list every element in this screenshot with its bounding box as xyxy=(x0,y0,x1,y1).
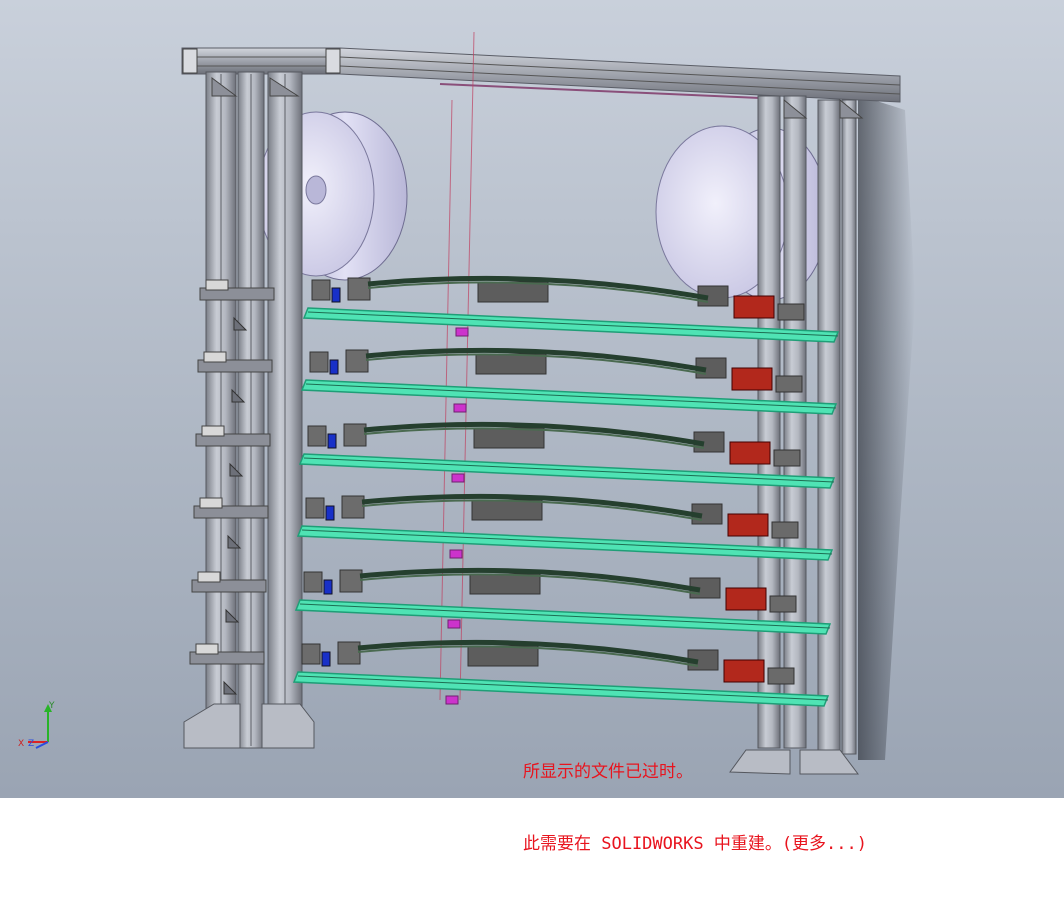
clamp-block xyxy=(195,643,219,655)
z-axis-label: Z xyxy=(28,739,34,749)
blue-stop xyxy=(331,287,341,303)
fixture-block xyxy=(341,495,365,519)
fixture-block xyxy=(311,279,331,301)
fixture-block xyxy=(303,571,323,593)
fixture-block xyxy=(343,423,367,447)
axis-triad: Y X Z xyxy=(18,701,55,749)
y-axis-label: Y xyxy=(48,701,55,711)
magenta-marker xyxy=(445,695,459,705)
fixture-block xyxy=(775,375,803,393)
fixture-block xyxy=(307,425,327,447)
assembly-model[interactable] xyxy=(0,0,1064,798)
fixture-cluster xyxy=(473,427,545,449)
red-block xyxy=(733,295,775,319)
blue-stop xyxy=(321,651,331,667)
magenta-marker xyxy=(447,619,461,629)
center-lines xyxy=(439,31,475,701)
fixture-block xyxy=(771,521,799,539)
fixture-block xyxy=(309,351,329,373)
fixture-block xyxy=(337,641,361,665)
fixture-block xyxy=(769,595,797,613)
fixture-cluster xyxy=(471,499,543,521)
fixture-block xyxy=(347,277,371,301)
blue-stop xyxy=(323,579,333,595)
fixture-cluster xyxy=(469,573,541,595)
magenta-marker xyxy=(449,549,463,559)
fixture-cluster xyxy=(475,353,547,375)
fixture-block xyxy=(773,449,801,467)
red-block xyxy=(723,659,765,683)
warning-line-2[interactable]: 此需要在 SOLIDWORKS 中重建。(更多...) xyxy=(523,832,867,856)
red-block xyxy=(729,441,771,465)
fixture-cluster xyxy=(477,281,549,303)
fixture-block xyxy=(345,349,369,373)
fixture-block xyxy=(339,569,363,593)
red-block xyxy=(725,587,767,611)
fixture-block xyxy=(305,497,325,519)
x-axis-label: X xyxy=(18,739,24,749)
clamp-block xyxy=(201,425,225,437)
fixture-block xyxy=(301,643,321,665)
magenta-marker xyxy=(453,403,467,413)
clamp-block xyxy=(203,351,227,363)
model-shadow xyxy=(858,95,915,760)
graphics-viewport[interactable]: Y X Z 所显示的文件已过时。 此需要在 SOLIDWORKS 中重建。(更多… xyxy=(0,0,1064,854)
red-block xyxy=(731,367,773,391)
magenta-marker xyxy=(451,473,465,483)
red-block xyxy=(727,513,769,537)
fixture-cluster xyxy=(467,645,539,667)
fixture-block xyxy=(777,303,805,321)
blue-stop xyxy=(325,505,335,521)
clamp-block xyxy=(199,497,223,509)
clamp-block xyxy=(197,571,221,583)
warning-line-1: 所显示的文件已过时。 xyxy=(523,762,693,782)
rebuild-warning[interactable]: 所显示的文件已过时。 此需要在 SOLIDWORKS 中重建。(更多...) xyxy=(523,712,867,904)
clamp-block xyxy=(205,279,229,291)
magenta-marker xyxy=(455,327,469,337)
fixture-block xyxy=(767,667,795,685)
blue-stop xyxy=(329,359,339,375)
blue-stop xyxy=(327,433,337,449)
